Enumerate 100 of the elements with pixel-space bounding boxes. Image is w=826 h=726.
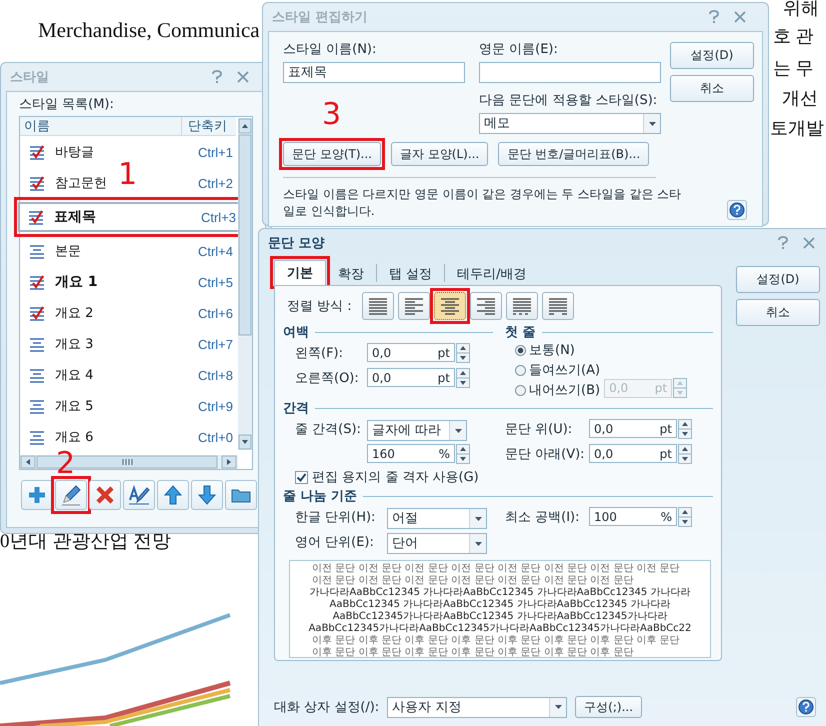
open-button[interactable] <box>225 480 257 510</box>
style-name[interactable]: 개요 6 <box>55 428 94 446</box>
radio-label: 들여쓰기(A) <box>529 362 600 379</box>
delete-button[interactable] <box>89 480 121 510</box>
lines-icon <box>29 428 45 446</box>
letter-pen-icon <box>128 484 150 506</box>
check-lines-icon <box>29 304 45 322</box>
dropdown[interactable]: 단어 <box>387 533 487 554</box>
move-up-button[interactable] <box>157 480 189 510</box>
annotation-number: 1 <box>118 160 138 190</box>
help-button[interactable] <box>796 697 816 717</box>
radio-button[interactable] <box>515 364 526 376</box>
field-label: 문단 위(U): <box>505 420 574 438</box>
caret-icon <box>474 516 482 520</box>
help-icon <box>777 236 789 250</box>
radio-button[interactable] <box>515 384 526 396</box>
field-label: 한글 단위(H): <box>294 508 376 526</box>
preview-text: 가나다라AaBbCc12345 가나다라AaBbCc12345 가나다라AaBbCc12345 가나다라AaBbCc12345 가나다라AaBbCc12345 가나다라AaBbCc12345 가나다라AaBbCc12345가나다라AaBbCc12345 가나다라AaBbCc12345가나다라AaBbCc12345가나다라AaBbCc12345가나다라AaBbCc12345가나다라AaBbCc22 <box>308 587 692 635</box>
tab[interactable]: 탭 설정 <box>383 263 438 285</box>
check-lines-icon <box>29 274 45 290</box>
format-button[interactable]: 문단 번호/글머리표(B)... <box>498 142 650 166</box>
number-field[interactable]: 160 % <box>367 444 455 463</box>
shortcut-text: Ctrl+3 <box>200 210 236 224</box>
help-circle-icon <box>729 202 745 218</box>
shortcut-text: Ctrl+2 <box>198 176 233 190</box>
x-icon <box>94 484 116 506</box>
align-button[interactable] <box>470 292 502 320</box>
lines-icon <box>29 242 45 260</box>
radio-button[interactable] <box>515 344 526 356</box>
style-name[interactable]: 본문 <box>55 242 81 260</box>
section-title: 첫 줄 <box>505 324 536 341</box>
style-name[interactable]: 개요 1 <box>55 273 98 291</box>
tab[interactable]: 테두리/배경 <box>451 263 533 285</box>
preview-text: 이후 문단 이후 문단 이후 문단 이후 문단 이후 문단 이후 문단 이후 문단 이후 문단 이후 문단 이후 문단 이후 문단 이후 문단 이후 문단 이후 문단 이후 문단 <box>311 635 681 657</box>
window-title: 문단 모양 <box>268 235 325 252</box>
format-button[interactable] <box>123 480 155 510</box>
dialog-button[interactable]: 취소 <box>670 75 754 102</box>
column-header: 단축키 <box>187 118 228 135</box>
shortcut-text: Ctrl+9 <box>198 398 233 414</box>
column-header: 이름 <box>20 117 182 135</box>
window-title: 스타일 <box>10 69 49 86</box>
field-label: 정렬 방식 : <box>287 298 352 315</box>
list-label: 스타일 목록(M): <box>19 96 115 113</box>
number-field[interactable]: 0,0 pt <box>367 343 455 362</box>
shortcut-text: Ctrl+5 <box>198 274 233 290</box>
configure-button[interactable]: 구성(;)... <box>575 696 642 718</box>
style-name[interactable]: 개요 5 <box>55 397 94 415</box>
note-text: 스타일 이름은 다르지만 영문 이름이 같은 경우에는 두 스타일을 같은 스타일로 인식합니다. <box>283 186 682 220</box>
checkbox[interactable] <box>295 470 308 484</box>
align-button[interactable] <box>542 292 574 320</box>
style-name[interactable]: 바탕글 <box>55 143 94 161</box>
help-circle-icon <box>798 699 814 715</box>
document-text: 위해 <box>783 0 819 20</box>
caret-icon <box>454 428 462 432</box>
dialog-button[interactable]: 설정(D) <box>670 42 754 69</box>
number-field[interactable]: 100 % <box>589 507 677 526</box>
style-name[interactable]: 개요 4 <box>55 366 94 384</box>
dropdown[interactable]: 글자에 따라 <box>367 420 467 441</box>
down-arrow-icon <box>196 484 218 506</box>
annotation-number: 2 <box>56 449 76 479</box>
input-field[interactable] <box>479 62 661 83</box>
list-item[interactable]: 표제목 Ctrl+3 <box>18 202 240 232</box>
help-button[interactable] <box>727 200 747 220</box>
dropdown[interactable]: 어절 <box>387 508 487 529</box>
align-button[interactable] <box>506 292 538 320</box>
number-field[interactable]: 0,0 pt <box>589 419 677 438</box>
format-button[interactable]: 문단 모양(T)... <box>283 142 381 166</box>
dialog-button[interactable]: 취소 <box>736 299 820 326</box>
dropdown[interactable]: 사용자 지정 <box>387 696 568 718</box>
tab[interactable]: 확장 <box>332 263 370 285</box>
annotation-number: 3 <box>322 100 342 130</box>
preview-text: 이전 문단 이전 문단 이전 문단 이전 문단 이전 문단 이전 문단 이전 문단 이전 문단 이전 문단 이전 문단 이전 문단 이전 문단 이전 문단 이전 문단 이전 문단 <box>311 563 681 587</box>
field-label: 다음 문단에 적용할 스타일(S): <box>479 92 658 109</box>
shortcut-text: Ctrl+4 <box>198 244 233 258</box>
number-field[interactable]: 0,0 pt <box>367 368 455 387</box>
align-button[interactable] <box>362 292 394 320</box>
format-button[interactable]: 글자 모양(L)... <box>390 142 488 166</box>
close-button[interactable] <box>236 69 250 85</box>
style-name[interactable]: 개요 2 <box>55 304 94 322</box>
number-field[interactable]: 0,0 pt <box>589 444 677 463</box>
caret-icon <box>648 122 656 126</box>
move-down-button[interactable] <box>191 480 223 510</box>
tab[interactable]: 기본 <box>274 260 326 285</box>
field-label: 영문 이름(E): <box>479 41 559 58</box>
align-button[interactable] <box>398 292 430 320</box>
dropdown[interactable]: 메모 <box>479 113 661 134</box>
field-label: 최소 공백(I): <box>505 508 580 526</box>
close-button[interactable] <box>733 9 747 25</box>
input-field[interactable]: 표제목 <box>283 62 465 83</box>
document-text: 호 관 <box>773 25 814 48</box>
style-name[interactable]: 개요 3 <box>55 335 94 353</box>
dialog-button[interactable]: 설정(D) <box>736 266 820 293</box>
shortcut-text: Ctrl+8 <box>198 368 233 382</box>
help-icon <box>708 10 720 24</box>
caret-icon <box>554 705 562 709</box>
document-text: 0년대 관광산업 전망 <box>0 530 171 554</box>
check-lines-icon <box>28 208 44 226</box>
style-name[interactable]: 참고문헌 <box>55 174 107 192</box>
document-text: 는 무 <box>773 57 814 80</box>
add-button[interactable] <box>21 480 53 510</box>
